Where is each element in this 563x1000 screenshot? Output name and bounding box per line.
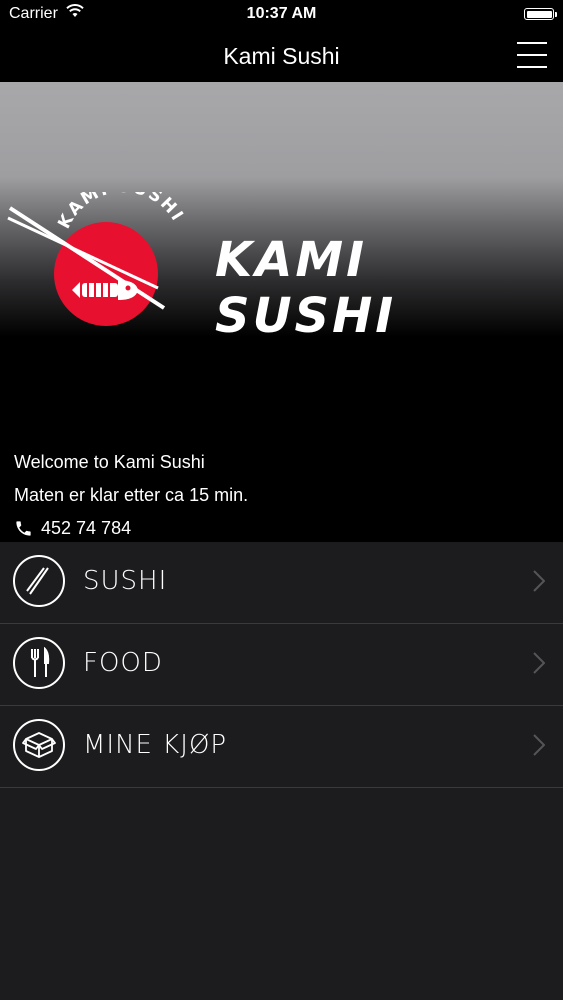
fork-knife-icon [13, 637, 65, 689]
chevron-right-icon [533, 734, 545, 756]
menu-item-sushi[interactable]: SUSHI [0, 542, 563, 624]
menu-item-label: SUSHI [83, 566, 168, 596]
welcome-text: Welcome to Kami Sushi [14, 452, 205, 472]
chevron-right-icon [533, 652, 545, 674]
status-time: 10:37 AM [246, 5, 317, 22]
wait-time-text: Maten er klar etter ca 15 min. [14, 485, 249, 505]
hero-banner: KAMI SUSHI KAMI SUSHI Welcome to Kami Su… [0, 82, 563, 542]
menu-item-label: FOOD [83, 648, 163, 678]
hamburger-icon [517, 42, 547, 44]
chevron-right-icon [533, 570, 545, 592]
phone-icon [16, 521, 31, 536]
brand-wordmark: KAMI SUSHI [215, 232, 397, 344]
phone-number: 452 74 784 [41, 518, 132, 538]
category-menu: SUSHI FOOD MINE KJØP [0, 542, 563, 788]
battery-icon [524, 8, 557, 20]
page-title: Kami Sushi [223, 43, 340, 69]
menu-item-mine-kjop[interactable]: MINE KJØP [0, 706, 563, 788]
navigation-bar: Kami Sushi [0, 30, 563, 82]
menu-item-food[interactable]: FOOD [0, 624, 563, 706]
hamburger-menu-button[interactable] [517, 42, 547, 70]
logo-emblem-icon: KAMI SUSHI [7, 177, 186, 326]
box-icon [13, 719, 65, 771]
phone-link[interactable]: 452 74 784 [14, 512, 248, 545]
restaurant-info: Welcome to Kami Sushi Maten er klar ette… [14, 446, 248, 545]
status-bar: Carrier 10:37 AM [0, 0, 563, 30]
kami-sushi-logo: KAMI SUSHI [6, 177, 186, 342]
menu-item-label: MINE KJØP [83, 730, 228, 760]
chopsticks-icon [13, 555, 65, 607]
